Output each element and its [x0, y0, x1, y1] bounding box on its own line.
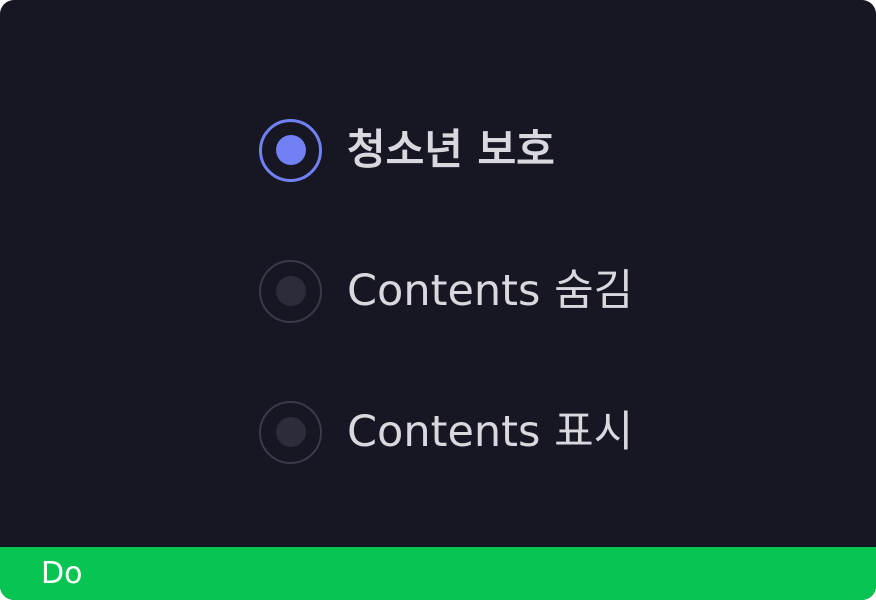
do-banner: Do — [0, 547, 876, 600]
radio-dot — [275, 276, 306, 306]
content-filter-radio-group: 청소년 보호 Contents 숨김 Contents 표시 — [259, 118, 633, 464]
do-label: Do — [41, 556, 83, 591]
radio-option-youth-protection[interactable]: 청소년 보호 — [259, 118, 633, 182]
radio-button-selected[interactable] — [259, 118, 322, 182]
example-card: 청소년 보호 Contents 숨김 Contents 표시 Do — [0, 0, 876, 600]
radio-button-unselected[interactable] — [259, 400, 322, 464]
radio-dot — [275, 417, 306, 447]
radio-option-hide-contents[interactable]: Contents 숨김 — [259, 259, 633, 323]
radio-option-label: Contents 숨김 — [347, 265, 634, 316]
radio-button-unselected[interactable] — [259, 259, 322, 323]
radio-option-label: Contents 표시 — [347, 406, 634, 457]
radio-dot — [275, 135, 306, 165]
radio-option-show-contents[interactable]: Contents 표시 — [259, 400, 633, 464]
radio-option-label: 청소년 보호 — [347, 125, 555, 174]
